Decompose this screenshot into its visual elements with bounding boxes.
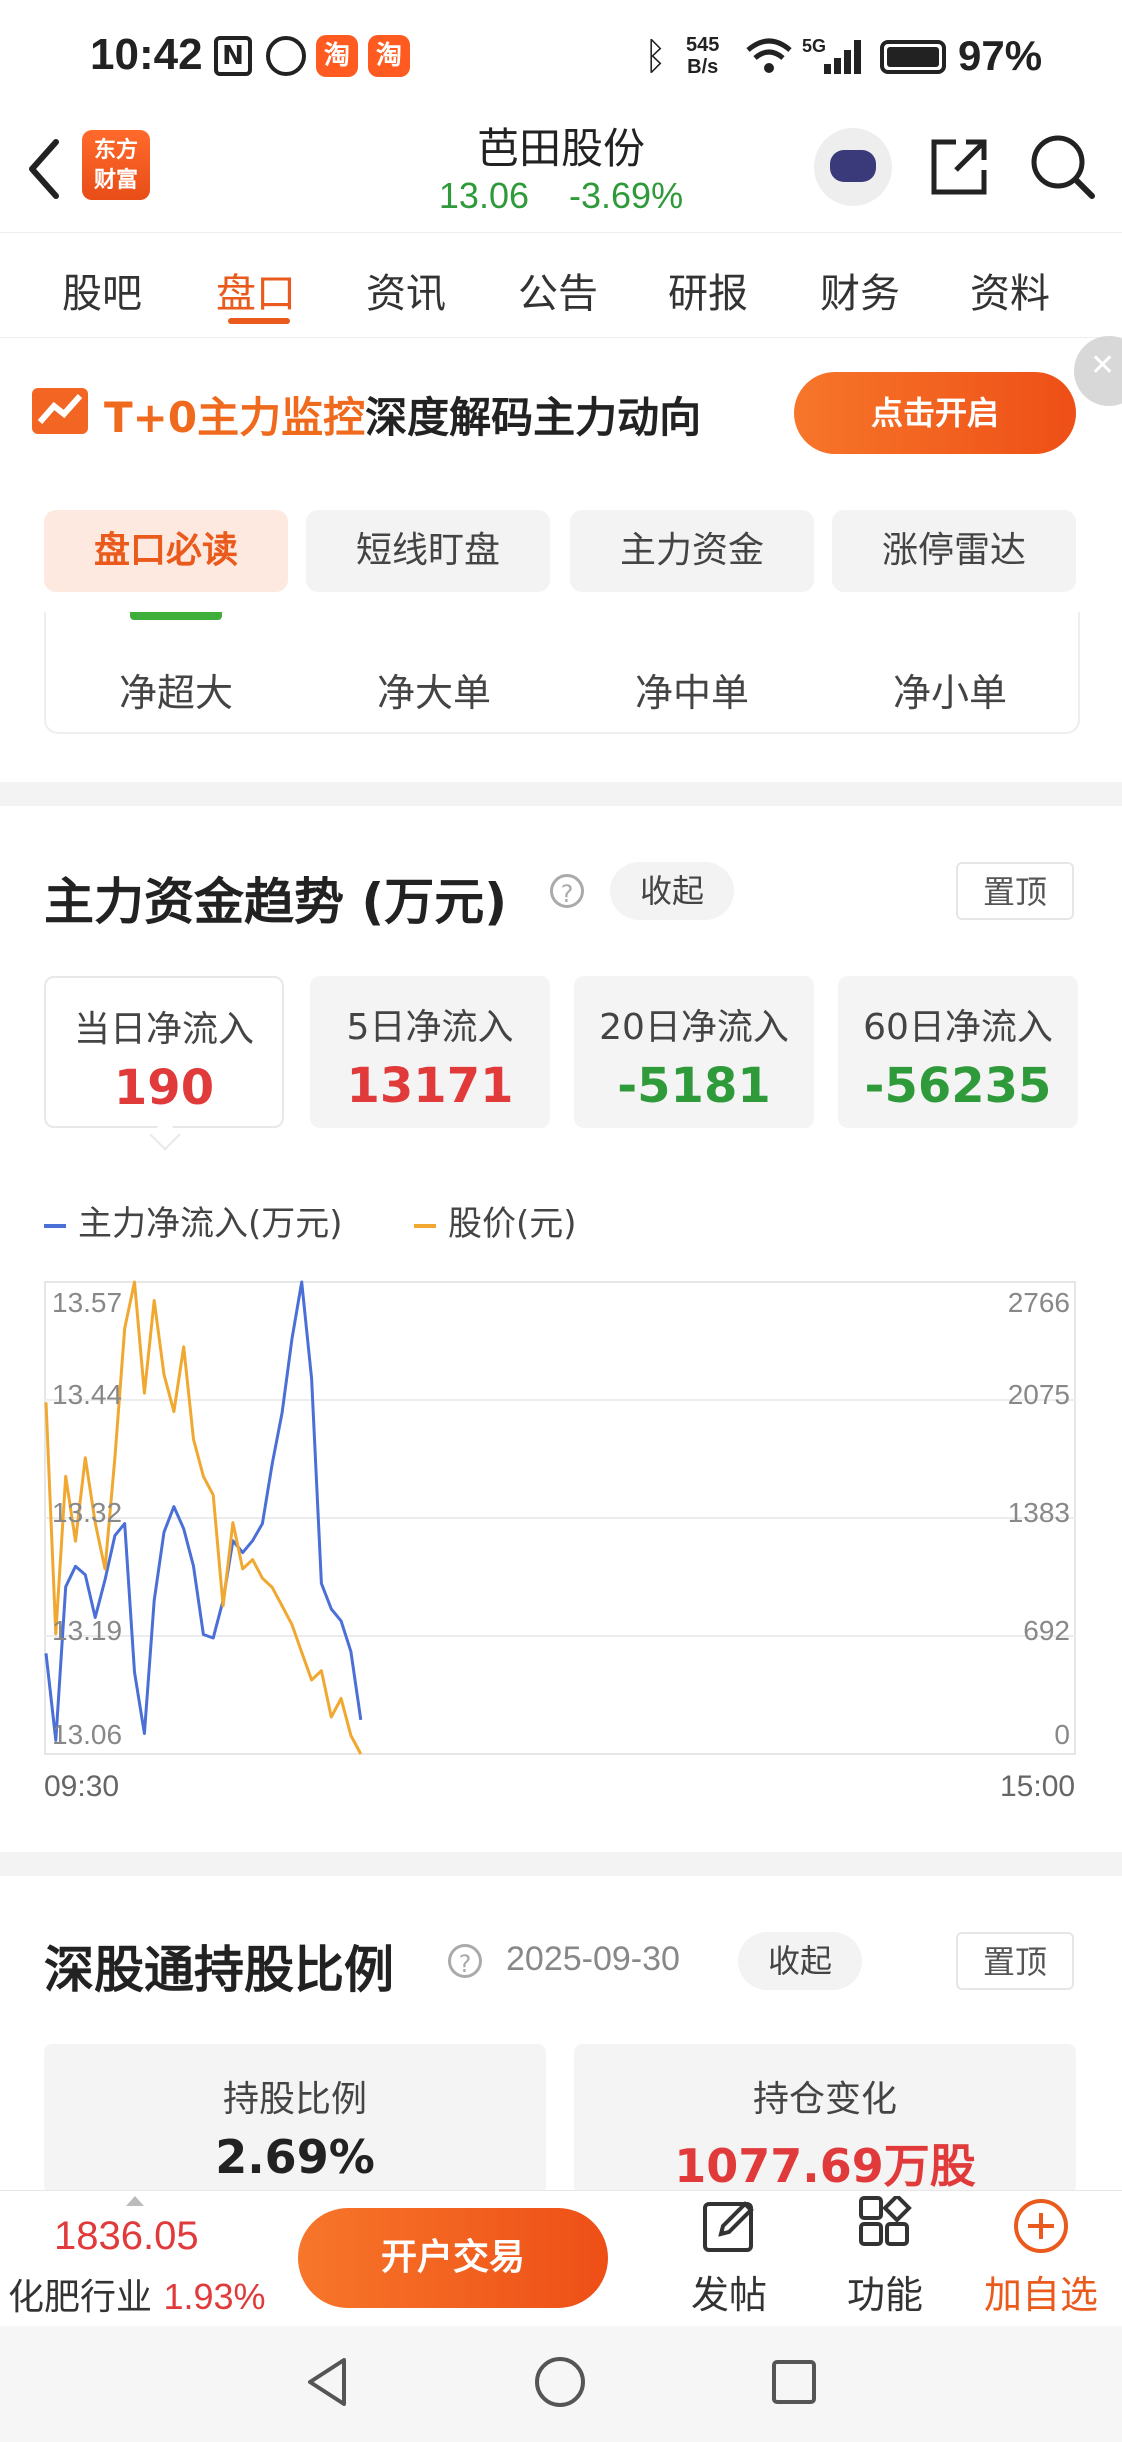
- taobao-app-icon: 淘: [368, 35, 410, 77]
- taobao-app-icon: 淘: [316, 35, 358, 77]
- post-button[interactable]: 发帖: [654, 2196, 804, 2319]
- banner-subtext: 深度解码主力动向: [365, 393, 702, 442]
- banner-highlight: T+0主力监控: [104, 393, 366, 442]
- right-axis-tick: 0: [1054, 1719, 1070, 1750]
- wifi-icon: [746, 38, 792, 73]
- net-speed: 545 B/s: [686, 34, 720, 78]
- subtab-limit-radar[interactable]: 涨停雷达: [832, 510, 1076, 592]
- add-circle-icon: [1014, 2199, 1068, 2253]
- hk-date: 2025-09-30: [506, 1940, 680, 1978]
- status-time: 10:42: [90, 30, 203, 79]
- share-icon[interactable]: [926, 134, 992, 200]
- left-axis-tick: 13.44: [52, 1379, 122, 1410]
- nfc-icon: N: [214, 36, 252, 76]
- hk-collapse-button[interactable]: 收起: [738, 1932, 862, 1990]
- flow-20day[interactable]: 20日净流入 -5181: [574, 976, 814, 1128]
- functions-button[interactable]: 功能: [810, 2193, 960, 2319]
- tab-announcements[interactable]: 公告: [518, 261, 598, 319]
- flow-60day[interactable]: 60日净流入 -56235: [838, 976, 1078, 1128]
- nav-recents-icon[interactable]: [768, 2356, 820, 2408]
- tab-news[interactable]: 资讯: [366, 261, 446, 319]
- industry-index[interactable]: 化肥行业 1.93%: [8, 2268, 266, 2320]
- industry-name: 化肥行业: [8, 2277, 153, 2318]
- stock-change: -3.69%: [569, 175, 684, 216]
- section-divider: [0, 782, 1122, 806]
- main-tabs: 股吧 盘口 资讯 公告 研报 财务 资料: [0, 232, 1122, 338]
- battery-icon: [880, 40, 946, 74]
- tab-finance[interactable]: 财务: [820, 261, 900, 319]
- right-axis-tick: 1383: [1008, 1497, 1070, 1528]
- right-axis-tick: 692: [1023, 1615, 1070, 1646]
- x-axis-start: 09:30: [44, 1770, 120, 1803]
- trend-collapse-button[interactable]: 收起: [610, 862, 734, 920]
- industry-change: 1.93%: [163, 2276, 266, 2317]
- stock-price: 13.06: [438, 175, 529, 216]
- sub-tabs: 盘口必读 短线盯盘 主力资金 涨停雷达: [44, 510, 1078, 592]
- net-flow-label: 净大单: [376, 671, 491, 715]
- hk-section-title: 深股通持股比例: [44, 1941, 394, 1999]
- subtab-short-watch[interactable]: 短线盯盘: [306, 510, 550, 592]
- right-axis-tick: 2766: [1008, 1287, 1070, 1318]
- x-axis-end: 15:00: [1000, 1770, 1076, 1803]
- active-tab-indicator: [228, 318, 290, 324]
- legend-price-swatch: [414, 1223, 436, 1228]
- hk-change-box: 持仓变化 1077.69万股: [574, 2044, 1076, 2194]
- tab-profile[interactable]: 资料: [970, 261, 1050, 319]
- help-icon[interactable]: ?: [448, 1944, 482, 1978]
- legend-flow-swatch: [44, 1223, 66, 1228]
- legend-price: 股价(元): [414, 1196, 577, 1245]
- alarm-icon: [266, 36, 306, 76]
- left-axis-tick: 13.06: [52, 1719, 122, 1750]
- battery-percent: 97%: [958, 32, 1043, 79]
- tab-guba[interactable]: 股吧: [62, 261, 142, 319]
- banner-text: T+0主力监控深度解码主力动向: [104, 384, 701, 445]
- nav-home-icon[interactable]: [532, 2354, 588, 2410]
- trend-pin-button[interactable]: 置顶: [956, 862, 1074, 920]
- net-flow-bar: [130, 612, 222, 620]
- chart-canvas: 13.57 13.44 13.32 13.19 13.06 2766 2075 1383 692…: [44, 1280, 1076, 1755]
- apps-grid-icon: [859, 2193, 912, 2246]
- tab-pankou[interactable]: 盘口: [216, 261, 296, 319]
- section-divider: [0, 1852, 1122, 1876]
- net-flow-label: 净小单: [892, 671, 1007, 715]
- left-axis-tick: 13.32: [52, 1497, 122, 1528]
- left-axis-tick: 13.57: [52, 1287, 122, 1318]
- main-fund-trend-chart: 13.57 13.44 13.32 13.19 13.06 2766 2075 1383 692…: [44, 1278, 1076, 1758]
- expand-icon[interactable]: [126, 2196, 144, 2206]
- bluetooth-icon: ᛒ: [644, 34, 667, 78]
- flow-today[interactable]: 当日净流入 190: [44, 976, 284, 1128]
- net-flow-label: 净超大: [118, 671, 233, 715]
- nav-back-icon[interactable]: [302, 2354, 352, 2410]
- status-bar: 10:42 N 淘 淘 ᛒ 545 B/s 5G 97%: [0, 0, 1122, 110]
- help-icon[interactable]: ?: [550, 874, 584, 908]
- hk-ratio-box: 持股比例 2.69%: [44, 2044, 546, 2194]
- legend-flow: 主力净流入(万元): [44, 1196, 343, 1245]
- subtab-main-funds[interactable]: 主力资金: [570, 510, 814, 592]
- tab-research[interactable]: 研报: [668, 261, 748, 319]
- open-account-trade-button[interactable]: 开户交易: [298, 2208, 608, 2308]
- trend-chart-icon: [32, 388, 88, 434]
- banner-open-button[interactable]: 点击开启: [794, 372, 1076, 454]
- signal-icon: [824, 40, 861, 74]
- assistant-robot-icon[interactable]: [814, 128, 892, 206]
- industry-index-value[interactable]: 1836.05: [54, 2214, 199, 2259]
- flow-5day[interactable]: 5日净流入 13171: [310, 976, 550, 1128]
- net-flow-label: 净中单: [634, 671, 749, 715]
- edit-icon: [703, 2201, 754, 2252]
- net-flow-card: 净超大 净大单 净中单 净小单: [44, 612, 1080, 734]
- trend-section-title: 主力资金趋势 (万元): [44, 873, 508, 931]
- hk-pin-button[interactable]: 置顶: [956, 1932, 1074, 1990]
- search-icon[interactable]: [1028, 132, 1096, 202]
- subtab-must-read[interactable]: 盘口必读: [44, 510, 288, 592]
- right-axis-tick: 2075: [1008, 1379, 1070, 1410]
- add-watchlist-button[interactable]: 加自选: [966, 2196, 1116, 2319]
- left-axis-tick: 13.19: [52, 1615, 122, 1646]
- system-nav-bar: [0, 2326, 1122, 2442]
